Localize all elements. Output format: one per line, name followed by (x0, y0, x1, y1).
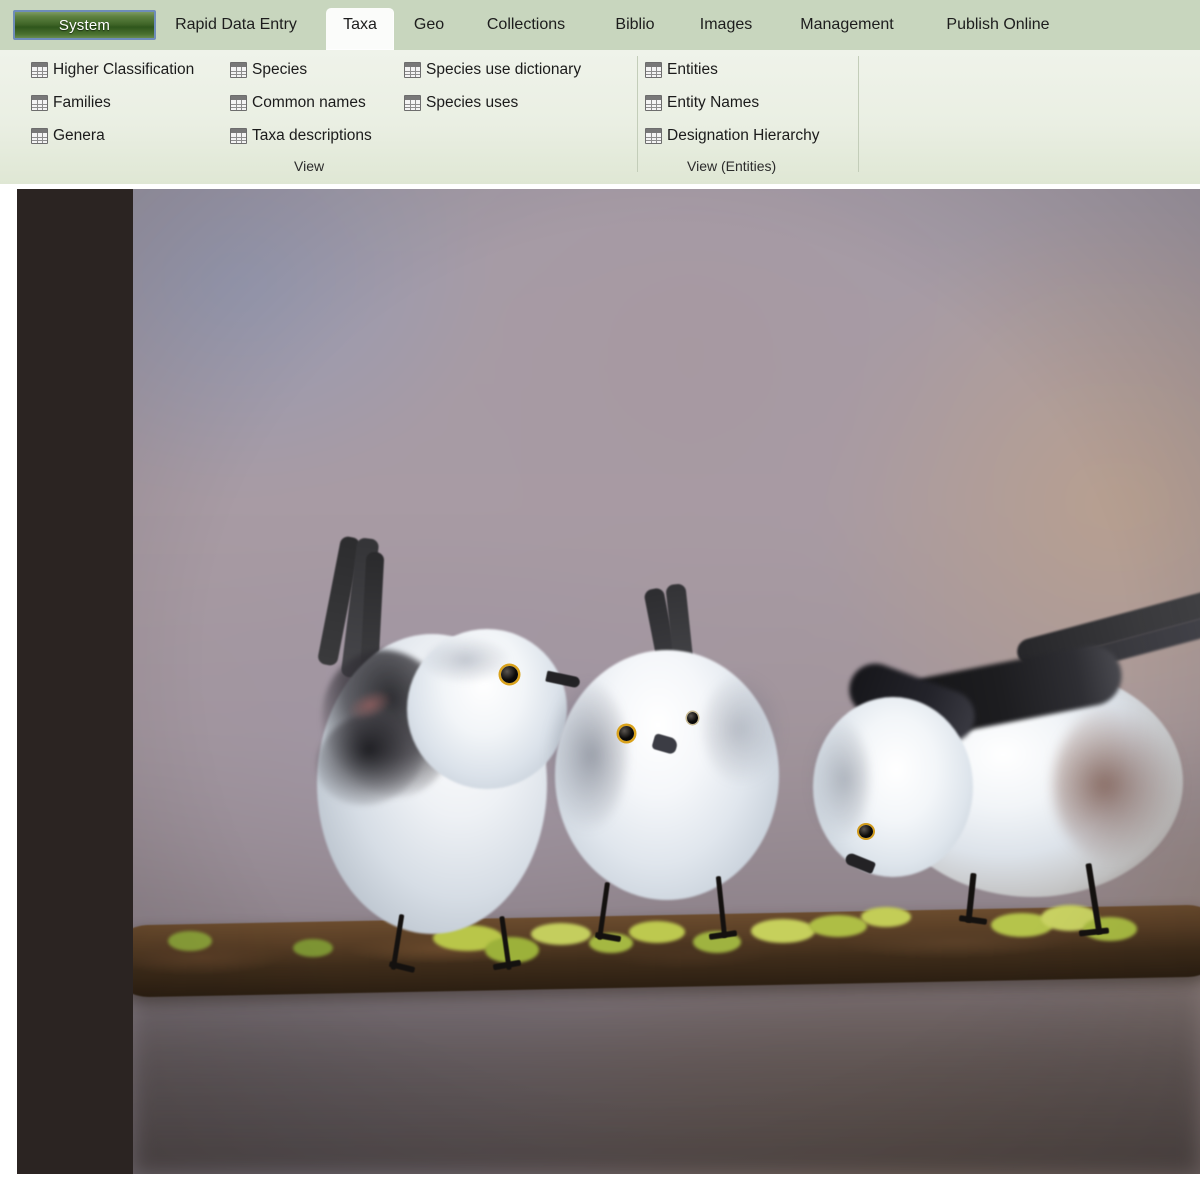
ribbon-item-label: Designation Hierarchy (667, 127, 820, 144)
table-icon (645, 95, 662, 111)
table-icon (404, 95, 421, 111)
tab-biblio[interactable]: Biblio (594, 8, 676, 50)
table-icon (645, 128, 662, 144)
ribbon-item-label: Entities (667, 61, 718, 78)
bird-foot (958, 915, 988, 925)
bird-leg (715, 875, 728, 939)
ribbon-item-species[interactable]: Species (230, 58, 307, 82)
image-viewer[interactable] (17, 189, 1200, 1174)
ribbon-group-label-view: View (294, 158, 325, 174)
ribbon-item-label: Species (252, 61, 308, 78)
bird-foot (708, 930, 738, 940)
bird-foot (594, 931, 622, 943)
bird-middle (547, 583, 783, 964)
bird-eye (619, 726, 634, 741)
ribbon-item-species-use-dictionary[interactable]: Species use dictionary (404, 58, 581, 82)
table-icon (230, 128, 247, 144)
ribbon-item-families[interactable]: Families (31, 91, 111, 115)
table-icon (404, 62, 421, 78)
table-icon (31, 95, 48, 111)
tab-geo[interactable]: Geo (398, 8, 460, 50)
ribbon-item-common-names[interactable]: Common names (230, 91, 366, 115)
tab-taxa[interactable]: Taxa (326, 8, 394, 50)
ribbon-item-entity-names[interactable]: Entity Names (645, 91, 759, 115)
table-icon (645, 62, 662, 78)
tab-rapid-data-entry[interactable]: Rapid Data Entry (154, 8, 318, 50)
tab-collections[interactable]: Collections (464, 8, 588, 50)
ribbon-item-species-uses[interactable]: Species uses (404, 91, 518, 115)
ribbon-item-label: Families (53, 94, 111, 111)
content-area (0, 184, 1200, 1200)
ribbon: System Rapid Data Entry Taxa Geo Collect… (0, 0, 1200, 185)
ribbon-item-label: Entity Names (667, 94, 760, 111)
ribbon-group-view-entities: Entities Entity Names Designation Hierar… (637, 50, 858, 184)
bird-eye (859, 825, 873, 838)
bird-right (803, 572, 1200, 959)
tab-images[interactable]: Images (682, 8, 770, 50)
bird-photograph (133, 189, 1200, 1174)
lichen-patch (168, 931, 212, 951)
ribbon-item-label: Genera (53, 127, 105, 144)
system-button[interactable]: System (13, 10, 156, 40)
ribbon-item-higher-classification[interactable]: Higher Classification (31, 58, 194, 82)
bird-body-shading (703, 674, 783, 784)
group-separator (858, 56, 859, 172)
ribbon-group-view: Higher Classification Families Genera Sp… (0, 50, 637, 184)
bird-head-shading (809, 719, 869, 839)
bird-flank-rufous (1053, 705, 1183, 865)
ribbon-tab-strip: System Rapid Data Entry Taxa Geo Collect… (0, 0, 1200, 50)
table-icon (230, 62, 247, 78)
bird-body-shading (547, 680, 627, 830)
table-icon (230, 95, 247, 111)
bird-foot (1078, 927, 1110, 937)
ribbon-item-taxa-descriptions[interactable]: Taxa descriptions (230, 124, 372, 148)
ribbon-item-label: Taxa descriptions (252, 127, 372, 144)
tab-management[interactable]: Management (776, 8, 918, 50)
table-icon (31, 128, 48, 144)
ribbon-item-label: Species use dictionary (426, 61, 582, 78)
ribbon-item-entities[interactable]: Entities (645, 58, 718, 82)
ribbon-panel: Higher Classification Families Genera Sp… (0, 50, 1200, 185)
ribbon-item-label: Species uses (426, 94, 519, 111)
bird-leg (596, 881, 611, 941)
ribbon-group-label-view-entities: View (Entities) (687, 158, 777, 174)
bird-eye (501, 666, 518, 683)
bird-eye (687, 712, 698, 724)
ribbon-item-label: Common names (252, 94, 366, 111)
ribbon-item-label: Higher Classification (53, 61, 195, 78)
table-icon (31, 62, 48, 78)
tab-publish-online[interactable]: Publish Online (924, 8, 1072, 50)
bird-head-shading (421, 636, 511, 684)
ribbon-item-genera[interactable]: Genera (31, 124, 105, 148)
ribbon-item-designation-hierarchy[interactable]: Designation Hierarchy (645, 124, 820, 148)
viewer-letterbox (17, 189, 133, 1174)
